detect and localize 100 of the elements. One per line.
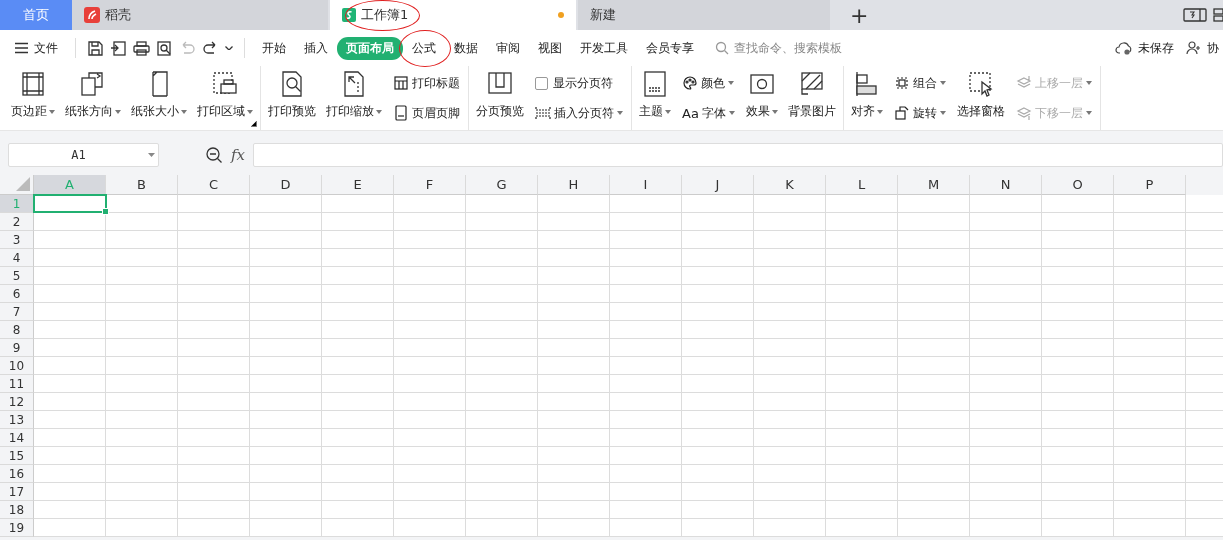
menu-tab[interactable]: 视图 <box>529 36 571 60</box>
unsaved-status-button[interactable]: 未保存 <box>1107 36 1178 60</box>
ribbon-button[interactable]: 分页预览 <box>471 66 529 130</box>
ribbon-button[interactable]: 纸张方向 <box>60 66 126 130</box>
leaf-logo-icon <box>84 7 100 23</box>
row-header[interactable]: 6 <box>0 285 34 303</box>
print-icon <box>133 39 150 57</box>
column-header[interactable]: E <box>322 175 394 195</box>
search-field[interactable]: 查找命令、搜索模板 <box>715 40 876 56</box>
ribbon-button[interactable]: 主题 <box>634 66 676 130</box>
row-header[interactable]: 9 <box>0 339 34 357</box>
row-header[interactable]: 7 <box>0 303 34 321</box>
caret-icon <box>148 153 155 157</box>
ribbon-button[interactable]: 页眉页脚 <box>391 102 462 124</box>
column-header[interactable]: P <box>1114 175 1186 195</box>
ribbon-button[interactable]: 页边距 <box>6 66 60 130</box>
ribbon-button[interactable]: 组合 <box>891 72 948 94</box>
column-header[interactable]: O <box>1042 175 1114 195</box>
row-header[interactable]: 17 <box>0 483 34 501</box>
column-header[interactable]: I <box>610 175 682 195</box>
row-header[interactable]: 15 <box>0 447 34 465</box>
row-header[interactable]: 5 <box>0 267 34 285</box>
menu-tab[interactable]: 开发工具 <box>571 36 637 60</box>
spreadsheet-logo-icon <box>342 8 356 22</box>
function-label[interactable]: fx <box>231 146 245 164</box>
row-header[interactable]: 4 <box>0 249 34 267</box>
ribbon-button[interactable]: 打印缩放 <box>321 66 387 130</box>
ribbon-button[interactable]: 背景图片 <box>782 66 841 130</box>
window-layout-icon <box>1183 7 1207 23</box>
new-tab-button[interactable]: + <box>838 0 881 30</box>
tab[interactable]: 新建 <box>578 0 830 30</box>
row-header[interactable]: 18 <box>0 501 34 519</box>
column-header[interactable]: F <box>394 175 466 195</box>
column-header[interactable]: J <box>682 175 754 195</box>
menu-tab[interactable]: 会员专享 <box>637 36 703 60</box>
row-header[interactable]: 13 <box>0 411 34 429</box>
column-header[interactable]: G <box>466 175 538 195</box>
ribbon-button[interactable]: 纸张大小 <box>126 66 192 130</box>
collaborate-button[interactable]: 协 <box>1178 36 1223 60</box>
ribbon-button[interactable]: 打印区域 <box>192 66 258 130</box>
ribbon-button[interactable]: 插入分页符 <box>533 102 625 124</box>
column-header[interactable]: M <box>898 175 970 195</box>
palette-icon <box>682 75 698 91</box>
layers-icon <box>1015 105 1032 121</box>
row-header[interactable]: 10 <box>0 357 34 375</box>
row-header[interactable]: 3 <box>0 231 34 249</box>
formula-input-field[interactable] <box>253 143 1223 167</box>
row-header[interactable]: 19 <box>0 519 34 537</box>
save-button[interactable] <box>85 39 106 57</box>
tab[interactable]: 稻壳 <box>72 0 328 30</box>
export-button[interactable] <box>108 39 129 57</box>
dialog-launcher-icon[interactable] <box>251 121 257 127</box>
page-break-icon <box>535 105 551 121</box>
ribbon-button[interactable]: 打印预览 <box>263 66 321 130</box>
row-header[interactable]: 16 <box>0 465 34 483</box>
search-icon <box>715 41 729 55</box>
ribbon-button[interactable]: 效果 <box>740 66 783 130</box>
cell-grid[interactable] <box>34 195 1223 537</box>
add-person-icon <box>1186 41 1202 55</box>
ribbon-button[interactable]: 打印标题 <box>391 72 462 94</box>
fill-handle[interactable] <box>102 208 109 215</box>
grid-rows-icon <box>393 75 409 91</box>
menu-tab[interactable]: 公式 <box>403 36 445 60</box>
menu-icon <box>14 42 29 54</box>
menu-tab[interactable]: 数据 <box>445 36 487 60</box>
row-header[interactable]: 12 <box>0 393 34 411</box>
checkbox[interactable] <box>535 76 548 90</box>
print-preview-icon <box>156 39 173 57</box>
ribbon-button[interactable]: 选择窗格 <box>951 66 1010 130</box>
column-header[interactable]: K <box>754 175 826 195</box>
menu-tab[interactable]: 审阅 <box>487 36 529 60</box>
caret-button[interactable] <box>223 45 235 51</box>
cloud-icon <box>1115 41 1133 55</box>
row-header[interactable]: 8 <box>0 321 34 339</box>
row-header[interactable]: 2 <box>0 213 34 231</box>
selection-pane-icon <box>966 70 995 98</box>
column-header[interactable]: C <box>178 175 250 195</box>
ribbon-button[interactable]: 旋转 <box>891 102 948 124</box>
export-icon <box>110 39 127 57</box>
theme-icon <box>641 70 669 98</box>
row-header[interactable]: 14 <box>0 429 34 447</box>
menu-tab[interactable]: 开始 <box>253 36 295 60</box>
ribbon-button[interactable]: 对齐 <box>845 66 888 130</box>
print-button[interactable] <box>131 39 152 57</box>
rotate-icon <box>893 105 910 121</box>
column-header[interactable]: N <box>970 175 1042 195</box>
page-break-checkbox[interactable]: 显示分页符 <box>533 72 625 94</box>
menu-tab[interactable]: 插入 <box>295 36 337 60</box>
tab[interactable]: 工作簿1 <box>330 0 576 30</box>
ribbon-button[interactable]: Aa 字体 <box>680 102 737 124</box>
file-menu-button[interactable]: 文件 <box>14 36 67 60</box>
name-box[interactable]: A1 <box>8 143 159 167</box>
column-header[interactable]: D <box>250 175 322 195</box>
column-header[interactable]: H <box>538 175 610 195</box>
zoom-out-icon <box>205 146 223 164</box>
ribbon-button[interactable]: 颜色 <box>680 72 737 94</box>
active-cell[interactable] <box>33 194 107 213</box>
column-header[interactable]: B <box>106 175 178 195</box>
row-header[interactable]: 11 <box>0 375 34 393</box>
column-header[interactable]: L <box>826 175 898 195</box>
